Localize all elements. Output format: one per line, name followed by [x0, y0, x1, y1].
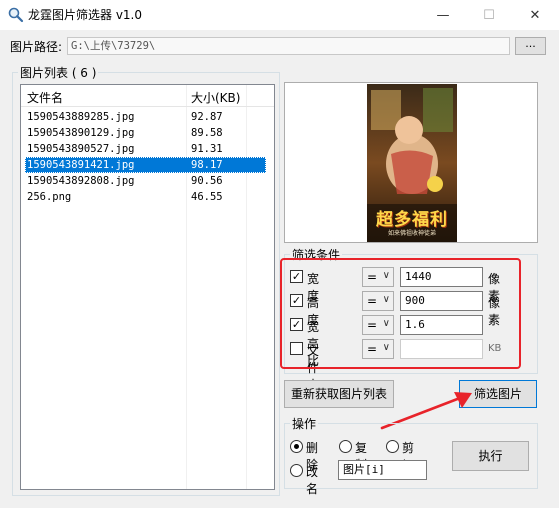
file-size: 91.31 [191, 143, 223, 155]
list-item[interactable]: 1590543889285.jpg 92.87 [25, 109, 266, 125]
file-name: 256.png [27, 191, 72, 203]
window-title: 龙霆图片筛选器 v1.0 [28, 8, 143, 22]
radio-button[interactable] [290, 464, 303, 477]
rename-pattern-input[interactable]: 图片[i] [338, 460, 427, 480]
file-name: 1590543890527.jpg [27, 143, 135, 155]
annotation-highlight-box [280, 258, 521, 369]
column-header-size[interactable]: 大小(KB) [191, 89, 240, 106]
preview-caption: 超多福利 [376, 210, 448, 230]
operation-group-label: 操作 [290, 415, 319, 432]
column-header-filename[interactable]: 文件名 [27, 89, 63, 106]
minimize-icon: — [436, 7, 450, 23]
preview-subcaption: 如来佛祖收神徒弟 [387, 230, 436, 237]
file-size: 89.58 [191, 127, 223, 139]
file-size: 46.55 [191, 191, 223, 203]
file-size: 92.87 [191, 111, 223, 123]
radio-button[interactable] [339, 440, 352, 453]
browse-button[interactable]: ... [515, 37, 546, 55]
radio-button[interactable] [290, 440, 303, 453]
list-item-selected[interactable]: 1590543891421.jpg 98.17 [25, 157, 266, 173]
file-name: 1590543889285.jpg [27, 111, 135, 123]
file-name: 1590543892808.jpg [27, 175, 135, 187]
magnifier-icon [8, 7, 24, 23]
file-list[interactable]: 文件名 大小(KB) 1590543889285.jpg 92.87 159054… [20, 84, 275, 490]
radio-rename-label: 改名 [306, 465, 319, 496]
close-button[interactable]: ✕ [512, 0, 558, 30]
file-size: 90.56 [191, 175, 223, 187]
path-field[interactable]: G:\上传\73729\ [67, 37, 510, 55]
list-item[interactable]: 1590543890129.jpg 89.58 [25, 125, 266, 141]
title-bar[interactable]: 龙霆图片筛选器 v1.0 — ☐ ✕ [0, 0, 559, 30]
image-preview: 超多福利 如来佛祖收神徒弟 [284, 82, 538, 243]
maximize-button[interactable]: ☐ [466, 0, 512, 30]
maximize-icon: ☐ [483, 7, 495, 23]
minimize-button[interactable]: — [420, 0, 466, 30]
list-item[interactable]: 1590543892808.jpg 90.56 [25, 173, 266, 189]
radio-button[interactable] [386, 440, 399, 453]
file-name: 1590543890129.jpg [27, 127, 135, 139]
image-list-group-label: 图片列表 ( 6 ) [18, 64, 99, 81]
file-size: 98.17 [191, 159, 223, 171]
execute-button[interactable]: 执行 [452, 441, 529, 471]
close-icon: ✕ [529, 7, 541, 23]
list-item[interactable]: 256.png 46.55 [25, 189, 266, 205]
list-header: 文件名 大小(KB) [21, 85, 274, 107]
list-item[interactable]: 1590543890527.jpg 91.31 [25, 141, 266, 157]
path-label: 图片路径: [10, 40, 63, 54]
file-name: 1590543891421.jpg [27, 159, 135, 171]
